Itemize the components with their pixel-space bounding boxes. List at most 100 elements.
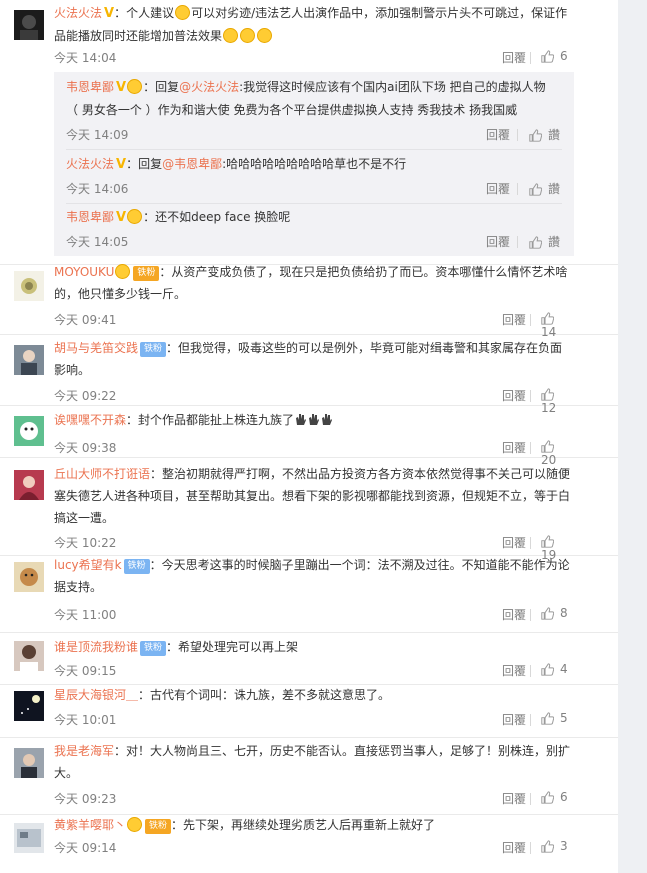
comment-item: 我是老海军：对！大人物尚且三、七开，历史不能否认。直接惩罚当事人，足够了！别株连…	[0, 738, 618, 815]
like-button[interactable]: 6	[541, 790, 568, 804]
fan-badge: 铁粉	[140, 342, 167, 357]
reply-meta: 今天 14:05 回覆 讚	[66, 233, 566, 251]
avatar-image	[14, 10, 44, 40]
reply-button[interactable]: 回覆	[502, 790, 526, 807]
thumbs-up-icon	[541, 712, 555, 725]
username[interactable]: 丘山大师不打诳语	[54, 467, 150, 481]
reply-button[interactable]: 回覆	[502, 49, 526, 66]
comment-meta: 今天 09:23 回覆 6	[54, 790, 574, 808]
comment-item: lucy希望有k 铁粉 ：今天思考这事的时候脑子里蹦出一个词：法不溯及过往。不知道能…	[0, 556, 618, 633]
username[interactable]: 火法火法	[54, 6, 102, 20]
avatar[interactable]	[14, 823, 44, 853]
v-badge-icon: V	[104, 6, 115, 21]
comment-item: 胡马与羌笛交践 铁粉 ：但我觉得，吸毒这些的可以是例外，毕竟可能对缉毒警和其家属存在…	[0, 335, 618, 415]
comment-meta: 今天 11:00 回覆 8	[54, 606, 574, 624]
comment-text: 星辰大海银河＿：古代有个词叫：诛九族，差不多就这意思了。	[54, 688, 391, 702]
thumbs-up-icon	[541, 840, 555, 853]
avatar[interactable]	[14, 416, 44, 446]
timestamp: 今天 14:04	[54, 51, 117, 65]
username[interactable]: 星辰大海银河＿	[54, 688, 138, 702]
reply-button[interactable]: 回覆	[502, 662, 526, 679]
comment-text: 谁是顶流我粉谁 铁粉 ：希望处理完可以再上架	[54, 640, 299, 656]
comment-item: 诶嘿嘿不开森：封个作品都能扯上株连九族了 今天 09:38 回覆 20	[0, 406, 618, 467]
avatar[interactable]	[14, 345, 44, 375]
divider	[517, 129, 518, 141]
divider	[517, 236, 518, 248]
page-background-strip	[618, 0, 647, 873]
timestamp: 今天 09:41	[54, 313, 117, 327]
reply-text: 韦恩卑鄙 V ：还不如deep face 换脸呢	[66, 209, 291, 225]
reply-button[interactable]: 回覆	[486, 126, 510, 143]
divider	[530, 609, 531, 621]
avatar[interactable]	[14, 691, 44, 721]
username[interactable]: 我是老海军	[54, 744, 114, 758]
divider	[66, 203, 562, 204]
divider	[530, 842, 531, 854]
comment-text: MOYOUKU 铁粉 ：从资产变成负债了，现在只是把负债给扔了而已。资本哪懂什么情怀…	[54, 264, 568, 301]
timestamp: 今天 09:23	[54, 792, 117, 806]
username[interactable]: MOYOUKU	[54, 265, 114, 279]
like-button[interactable]: 3	[541, 839, 568, 853]
username[interactable]: lucy希望有k	[54, 558, 122, 572]
comment-meta: 今天 10:01 回覆 5	[54, 711, 574, 729]
username[interactable]: 火法火法	[66, 157, 114, 171]
divider	[530, 714, 531, 726]
username[interactable]: 韦恩卑鄙	[66, 80, 114, 94]
comment-meta: 今天 09:41 回覆 14	[54, 311, 574, 339]
comment-item: 黄紫羊嘤耶丶 铁粉 ：先下架，再继续处理劣质艺人后再重新上就好了 今天 09:14 …	[0, 815, 618, 873]
reply-button[interactable]: 回覆	[486, 233, 510, 250]
like-button[interactable]: 讚	[529, 126, 560, 143]
thumbs-up-icon	[541, 388, 555, 401]
avatar[interactable]	[14, 271, 44, 301]
divider	[530, 442, 531, 454]
reply-text: 韦恩卑鄙 V ：回复@火法火法:我觉得这时候应该有个国内ai团队下场 把自己的虚拟人…	[66, 79, 546, 117]
fan-badge: 铁粉	[123, 559, 150, 574]
reply-button[interactable]: 回覆	[502, 606, 526, 623]
username[interactable]: 韦恩卑鄙	[66, 210, 114, 224]
comment-text: 黄紫羊嘤耶丶 铁粉 ：先下架，再继续处理劣质艺人后再重新上就好了	[54, 817, 436, 834]
username[interactable]: 黄紫羊嘤耶丶	[54, 818, 126, 832]
reply-button[interactable]: 回覆	[502, 439, 526, 456]
smile-emoji-icon	[115, 264, 131, 279]
divider	[530, 390, 531, 402]
reply-button[interactable]: 回覆	[502, 387, 526, 404]
username[interactable]: 谁是顶流我粉谁	[54, 640, 138, 654]
like-button[interactable]: 5	[541, 711, 568, 725]
username[interactable]: 诶嘿嘿不开森	[54, 413, 126, 427]
username[interactable]: 胡马与羌笛交践	[54, 341, 138, 355]
avatar-image	[14, 823, 44, 853]
reply-button[interactable]: 回覆	[502, 711, 526, 728]
like-button[interactable]: 8	[541, 606, 568, 620]
clapping-hands-icon	[309, 414, 320, 425]
mention-link[interactable]: @火法火法	[179, 80, 239, 94]
mention-link[interactable]: @韦恩卑鄙	[162, 157, 222, 171]
avatar-image	[14, 748, 44, 778]
timestamp: 今天 09:38	[54, 441, 117, 455]
like-button[interactable]: 4	[541, 662, 568, 676]
smile-emoji-icon	[223, 28, 239, 43]
avatar[interactable]	[14, 748, 44, 778]
timestamp: 今天 09:14	[54, 841, 117, 855]
avatar[interactable]	[14, 10, 44, 40]
reply-text: 火法火法 V：回复@韦恩卑鄙:哈哈哈哈哈哈哈哈哈草也不是不行	[66, 157, 407, 172]
v-badge-icon: V	[116, 80, 127, 95]
like-button[interactable]: 讚	[529, 233, 560, 250]
avatar[interactable]	[14, 470, 44, 500]
thumbs-up-icon	[541, 50, 555, 63]
comment-item: MOYOUKU 铁粉 ：从资产变成负债了，现在只是把负债给扔了而已。资本哪懂什么情怀…	[0, 264, 618, 339]
divider	[517, 183, 518, 195]
comment-panel: 火法火法 V：个人建议 可以对劣迹/违法艺人出演作品中，添加强制警示片头不可跳过，保…	[0, 0, 618, 873]
fan-badge: 铁粉	[133, 266, 160, 281]
reply-button[interactable]: 回覆	[502, 839, 526, 856]
avatar[interactable]	[14, 641, 44, 671]
avatar[interactable]	[14, 562, 44, 592]
reply-button[interactable]: 回覆	[486, 180, 510, 197]
thumbs-up-icon	[529, 129, 543, 142]
reply-button[interactable]: 回覆	[502, 311, 526, 328]
fan-badge: 铁粉	[140, 641, 167, 656]
like-button[interactable]: 6	[541, 49, 568, 63]
reply-thread: 韦恩卑鄙 V ：回复@火法火法:我觉得这时候应该有个国内ai团队下场 把自己的虚拟人…	[54, 72, 574, 256]
reply-button[interactable]: 回覆	[502, 534, 526, 551]
thumbs-up-icon	[541, 535, 555, 548]
like-button[interactable]: 讚	[529, 180, 560, 197]
